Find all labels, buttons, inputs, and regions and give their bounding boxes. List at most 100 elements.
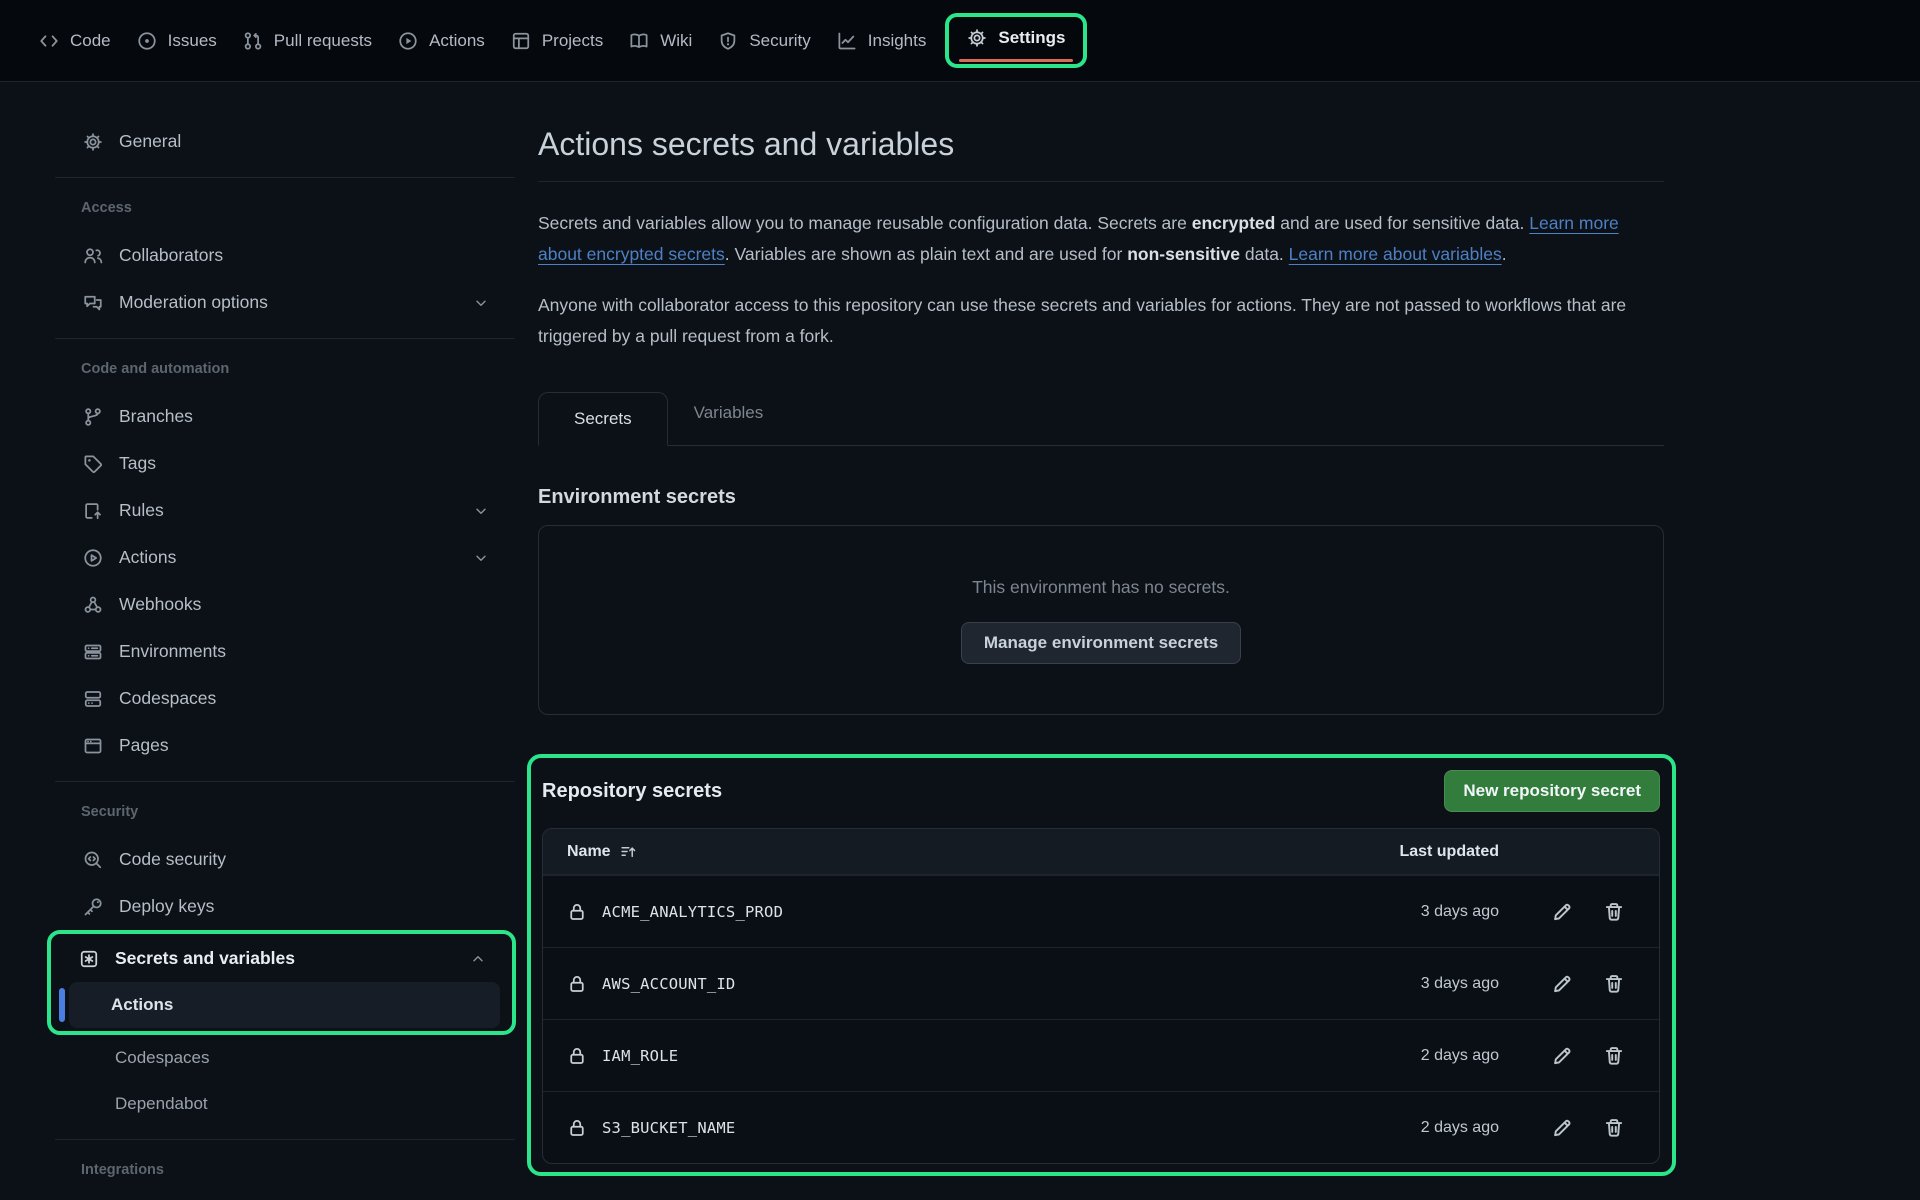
manage-environment-secrets-button[interactable]: Manage environment secrets xyxy=(961,622,1241,664)
tab-variables[interactable]: Variables xyxy=(668,403,790,445)
key-asterisk-icon xyxy=(79,949,99,969)
nav-tab-label: Security xyxy=(749,31,810,51)
annotation-box-settings: Settings xyxy=(945,13,1087,68)
lock-icon xyxy=(567,974,587,994)
nav-tab-label: Issues xyxy=(168,31,217,51)
nav-tab-label: Projects xyxy=(542,31,603,51)
chevron-down-icon xyxy=(473,503,489,519)
last-updated-cell: 2 days ago xyxy=(1421,1119,1499,1137)
sidebar-item-label: Branches xyxy=(119,406,193,427)
delete-trash-icon[interactable] xyxy=(1603,901,1625,923)
edit-pencil-icon[interactable] xyxy=(1551,1117,1573,1139)
edit-pencil-icon[interactable] xyxy=(1551,973,1573,995)
play-icon xyxy=(83,548,103,568)
environment-secrets-heading: Environment secrets xyxy=(538,486,1664,509)
sidebar-item-branches[interactable]: Branches xyxy=(55,393,515,440)
new-repository-secret-button[interactable]: New repository secret xyxy=(1444,770,1660,812)
intro-text: . xyxy=(1502,244,1507,264)
lock-icon xyxy=(567,1118,587,1138)
sidebar-item-label: Actions xyxy=(119,547,176,568)
secret-name: AWS_ACCOUNT_ID xyxy=(602,975,735,993)
tab-secrets[interactable]: Secrets xyxy=(538,392,668,446)
book-icon xyxy=(629,31,649,51)
sort-ascending-icon xyxy=(620,843,637,860)
sidebar-item-label: Actions xyxy=(111,995,173,1015)
sidebar-item-label: Dependabot xyxy=(115,1094,208,1114)
people-icon xyxy=(83,246,103,266)
webhook-icon xyxy=(83,595,103,615)
sidebar-item-general[interactable]: General xyxy=(55,118,515,165)
sidebar-section-access: Access xyxy=(55,200,515,216)
sidebar-item-deploy-keys[interactable]: Deploy keys xyxy=(55,883,515,930)
intro-text: . Variables are shown as plain text and … xyxy=(725,244,1127,264)
last-updated-cell: 3 days ago xyxy=(1421,975,1499,993)
sidebar-item-actions[interactable]: Actions xyxy=(55,534,515,581)
sidebar-divider xyxy=(55,1139,515,1140)
edit-pencil-icon[interactable] xyxy=(1551,901,1573,923)
sidebar-item-secrets-and-variables[interactable]: Secrets and variables xyxy=(55,935,512,982)
link-learn-variables[interactable]: Learn more about variables xyxy=(1289,244,1502,264)
comment-discussion-icon xyxy=(83,293,103,313)
sidebar-item-label: Code security xyxy=(119,849,226,870)
nav-tab-code[interactable]: Code xyxy=(26,20,124,62)
chevron-up-icon xyxy=(470,951,486,967)
sidebar-subitem-actions[interactable]: Actions xyxy=(69,982,500,1028)
sidebar-item-pages[interactable]: Pages xyxy=(55,722,515,769)
sidebar-item-tags[interactable]: Tags xyxy=(55,440,515,487)
nav-tab-issues[interactable]: Issues xyxy=(124,20,230,62)
nav-tab-wiki[interactable]: Wiki xyxy=(616,20,705,62)
sort-by-name-control[interactable]: Name xyxy=(567,843,637,861)
sidebar-item-label: Moderation options xyxy=(119,292,268,313)
table-row: IAM_ROLE 2 days ago xyxy=(543,1019,1659,1091)
code-icon xyxy=(39,31,59,51)
repository-secrets-heading: Repository secrets xyxy=(542,780,722,803)
row-actions xyxy=(1499,1117,1635,1139)
codescan-icon xyxy=(83,850,103,870)
play-icon xyxy=(398,31,418,51)
graph-icon xyxy=(837,31,857,51)
sidebar-item-codespaces[interactable]: Codespaces xyxy=(55,675,515,722)
sidebar-item-webhooks[interactable]: Webhooks xyxy=(55,581,515,628)
secret-name: ACME_ANALYTICS_PROD xyxy=(602,903,783,921)
sidebar-item-rules[interactable]: Rules xyxy=(55,487,515,534)
edit-pencil-icon[interactable] xyxy=(1551,1045,1573,1067)
sidebar-item-label: Codespaces xyxy=(115,1048,210,1068)
shield-icon xyxy=(718,31,738,51)
secret-name-cell: ACME_ANALYTICS_PROD xyxy=(567,902,1421,922)
nav-tab-actions[interactable]: Actions xyxy=(385,20,498,62)
delete-trash-icon[interactable] xyxy=(1603,1045,1625,1067)
row-actions xyxy=(1499,973,1635,995)
page-title: Actions secrets and variables xyxy=(538,126,1664,182)
sidebar-item-collaborators[interactable]: Collaborators xyxy=(55,232,515,279)
row-actions xyxy=(1499,1045,1635,1067)
nav-tab-settings[interactable]: Settings xyxy=(957,20,1075,56)
lock-icon xyxy=(567,1046,587,1066)
sidebar-subitem-dependabot[interactable]: Dependabot xyxy=(55,1081,515,1127)
active-item-indicator xyxy=(59,988,65,1022)
sidebar-item-code-security[interactable]: Code security xyxy=(55,836,515,883)
sidebar-item-moderation-options[interactable]: Moderation options xyxy=(55,279,515,326)
nav-tab-label: Pull requests xyxy=(274,31,372,51)
settings-sidebar: General Access Collaborators Moderation … xyxy=(55,82,515,1194)
table-icon xyxy=(511,31,531,51)
table-row: S3_BUCKET_NAME 2 days ago xyxy=(543,1091,1659,1163)
nav-tab-insights[interactable]: Insights xyxy=(824,20,940,62)
nav-tab-pull-requests[interactable]: Pull requests xyxy=(230,20,385,62)
delete-trash-icon[interactable] xyxy=(1603,1117,1625,1139)
sidebar-divider xyxy=(55,338,515,339)
secret-name-cell: AWS_ACCOUNT_ID xyxy=(567,974,1421,994)
nav-tab-label: Settings xyxy=(998,28,1065,48)
sidebar-item-environments[interactable]: Environments xyxy=(55,628,515,675)
nav-tab-security[interactable]: Security xyxy=(705,20,823,62)
sidebar-subitem-codespaces[interactable]: Codespaces xyxy=(55,1035,515,1081)
last-updated-cell: 3 days ago xyxy=(1421,903,1499,921)
secret-name: IAM_ROLE xyxy=(602,1047,678,1065)
sidebar-item-label: Tags xyxy=(119,453,156,474)
nav-tab-projects[interactable]: Projects xyxy=(498,20,616,62)
git-branch-icon xyxy=(83,407,103,427)
delete-trash-icon[interactable] xyxy=(1603,973,1625,995)
intro-text: and are used for sensitive data. xyxy=(1275,213,1529,233)
collaborator-access-paragraph: Anyone with collaborator access to this … xyxy=(538,290,1664,352)
lock-icon xyxy=(567,902,587,922)
column-header-name: Name xyxy=(567,843,611,861)
